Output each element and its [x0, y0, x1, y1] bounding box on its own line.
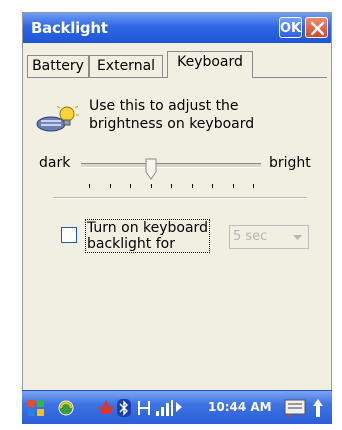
slider-tick — [233, 184, 234, 188]
slider-track — [81, 163, 261, 168]
tab-battery[interactable]: Battery — [27, 55, 89, 77]
slider-max-label: bright — [269, 155, 311, 171]
slider-thumb[interactable] — [145, 158, 157, 180]
arrow-right-icon — [176, 402, 182, 412]
backlight-checkbox[interactable] — [61, 227, 77, 243]
backlight-checkbox-label[interactable]: Turn on keyboard backlight for — [85, 219, 210, 253]
keyboard-icon[interactable] — [284, 398, 306, 418]
backlight-window: Backlight OK Battery External Keyboard U… — [22, 12, 332, 424]
up-arrow-icon[interactable] — [312, 398, 324, 418]
close-button[interactable] — [305, 17, 328, 38]
slider-tick — [253, 184, 254, 188]
ok-button[interactable]: OK — [279, 17, 302, 38]
sync-icon[interactable] — [56, 398, 76, 418]
chevron-down-icon — [293, 235, 302, 240]
tab-keyboard[interactable]: Keyboard — [167, 51, 253, 78]
connectivity-icon[interactable] — [136, 398, 152, 418]
info-line-2: brightness on keyboard — [89, 116, 255, 132]
timeout-value: 5 sec — [233, 229, 268, 244]
keyboard-lightbulb-icon — [36, 106, 79, 132]
slider-min-label: dark — [39, 155, 71, 171]
tab-external[interactable]: External — [89, 55, 163, 77]
slider-tick — [130, 184, 131, 188]
info-line-1: Use this to adjust the — [89, 98, 239, 114]
slider-tick — [110, 184, 111, 188]
slider-tick — [89, 184, 90, 188]
windows-start-icon[interactable] — [26, 398, 46, 418]
slider-tick — [192, 184, 193, 188]
signal-icon[interactable] — [154, 398, 174, 418]
window-title: Backlight — [31, 19, 108, 37]
checkbox-label-line-1: Turn on keyboard — [87, 220, 208, 236]
tab-strip: Battery External Keyboard — [27, 51, 327, 78]
info-text: Use this to adjust the brightness on key… — [89, 97, 254, 133]
brightness-slider[interactable] — [81, 158, 261, 192]
slider-tick — [151, 184, 152, 188]
timeout-dropdown[interactable]: 5 sec — [229, 225, 309, 249]
checkbox-label-line-2: backlight for — [87, 236, 175, 252]
slider-tick — [212, 184, 213, 188]
bluetooth-icon[interactable] — [116, 398, 132, 418]
taskbar: 10:44 AM — [22, 390, 332, 424]
app-icon[interactable] — [96, 398, 116, 418]
separator — [53, 197, 307, 199]
clock[interactable]: 10:44 AM — [208, 400, 272, 414]
close-icon — [310, 21, 325, 36]
slider-tick — [171, 184, 172, 188]
title-bar: Backlight OK — [23, 13, 331, 43]
